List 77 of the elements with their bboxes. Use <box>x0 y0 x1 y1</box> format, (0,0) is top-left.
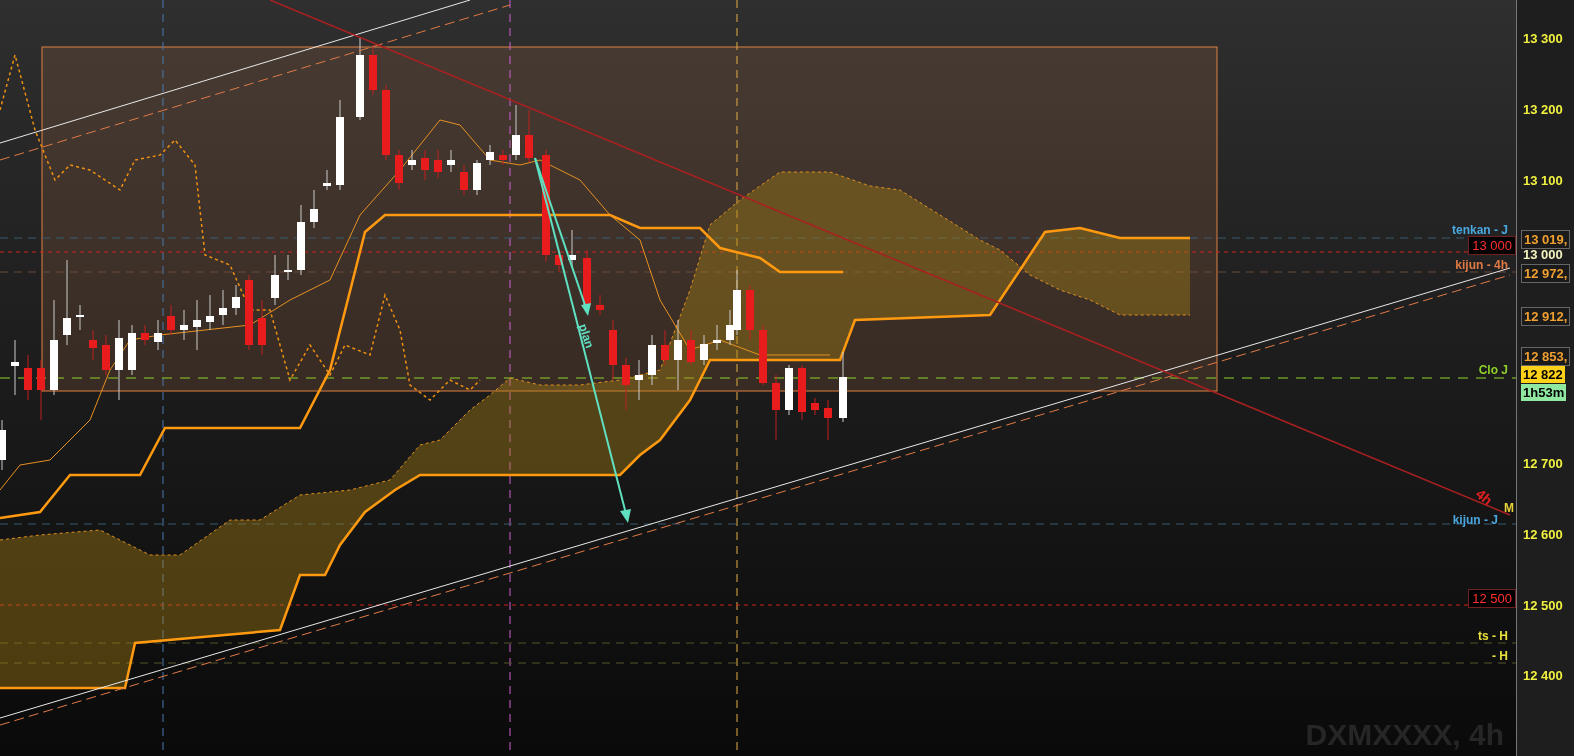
candlestick <box>0 419 6 471</box>
drawing-label: 4h <box>1473 486 1495 508</box>
candlestick <box>473 159 481 196</box>
candlestick <box>271 254 279 306</box>
drawing-label: plan <box>576 322 596 350</box>
axis-tick-label: 12 500 <box>1523 599 1563 612</box>
candlestick <box>37 359 45 421</box>
candlestick <box>258 299 266 356</box>
line-label: tenkan - J <box>1452 224 1508 236</box>
candlestick <box>512 104 520 161</box>
candlestick <box>746 284 754 341</box>
candlestick <box>635 359 643 401</box>
candlestick <box>421 149 429 181</box>
axis-tick-label: 12 400 <box>1523 669 1563 682</box>
candlestick <box>824 399 832 441</box>
line-label: M <box>1504 502 1514 514</box>
axis-tick-label: 12 600 <box>1523 528 1563 541</box>
candlestick <box>772 374 780 441</box>
price-marker: 13 000 <box>1522 246 1564 263</box>
line-label: Clo J <box>1478 364 1508 376</box>
alert-price-label: 13 000 <box>1468 236 1516 255</box>
candlestick <box>525 109 533 163</box>
axis-tick-label: 13 200 <box>1523 103 1563 116</box>
candlestick <box>447 149 455 173</box>
candlestick <box>89 329 97 361</box>
candlestick <box>24 354 32 401</box>
candlestick <box>154 319 162 351</box>
candlestick <box>232 284 240 316</box>
candlestick <box>206 294 214 331</box>
candlestick <box>700 334 708 366</box>
candlestick <box>486 144 494 166</box>
candlestick <box>369 44 377 96</box>
line-label: ts - H <box>1478 630 1508 642</box>
candlestick <box>713 324 721 351</box>
price-marker: 13 019, <box>1521 230 1571 249</box>
candlestick <box>323 169 331 191</box>
candlestick <box>284 254 292 281</box>
candlestick <box>674 319 682 391</box>
candlestick <box>76 304 84 331</box>
candlestick <box>310 189 318 229</box>
candlestick <box>219 289 227 326</box>
line-label: kijun - J <box>1452 514 1498 526</box>
candlestick <box>460 164 468 196</box>
candlestick <box>687 329 695 366</box>
price-marker: 12 853, <box>1521 347 1571 366</box>
candlestick <box>102 334 110 376</box>
candlestick <box>798 364 806 421</box>
candlestick <box>434 149 442 179</box>
candlestick <box>785 364 793 416</box>
candlestick <box>193 299 201 351</box>
candlestick <box>11 339 19 396</box>
price-marker: 12 912, <box>1521 307 1571 326</box>
candlestick <box>499 149 507 166</box>
candlestick <box>180 309 188 341</box>
price-marker: 1h53m <box>1521 384 1567 401</box>
candlestick <box>395 149 403 191</box>
candlestick <box>609 319 617 381</box>
axis-tick-label: 13 100 <box>1523 174 1563 187</box>
price-marker: 12 822 <box>1521 366 1565 383</box>
candlestick <box>128 324 136 376</box>
price-marker: 12 972, <box>1521 264 1571 283</box>
candlestick <box>839 351 847 423</box>
candlestick <box>167 304 175 336</box>
candlestick <box>596 294 604 316</box>
line-label: - H <box>1492 650 1508 662</box>
candlestick <box>408 149 416 171</box>
candlestick <box>141 324 149 346</box>
candlestick <box>648 334 656 386</box>
alert-price-label: 12 500 <box>1468 589 1516 608</box>
line-label: kijun - 4h <box>1455 259 1508 271</box>
candlestick <box>297 204 305 276</box>
candlestick <box>622 357 630 411</box>
axis-tick-label: 12 700 <box>1523 457 1563 470</box>
candlestick <box>759 324 767 386</box>
candlestick <box>661 329 669 366</box>
axis-tick-label: 13 300 <box>1523 32 1563 45</box>
candlestick <box>811 397 819 416</box>
